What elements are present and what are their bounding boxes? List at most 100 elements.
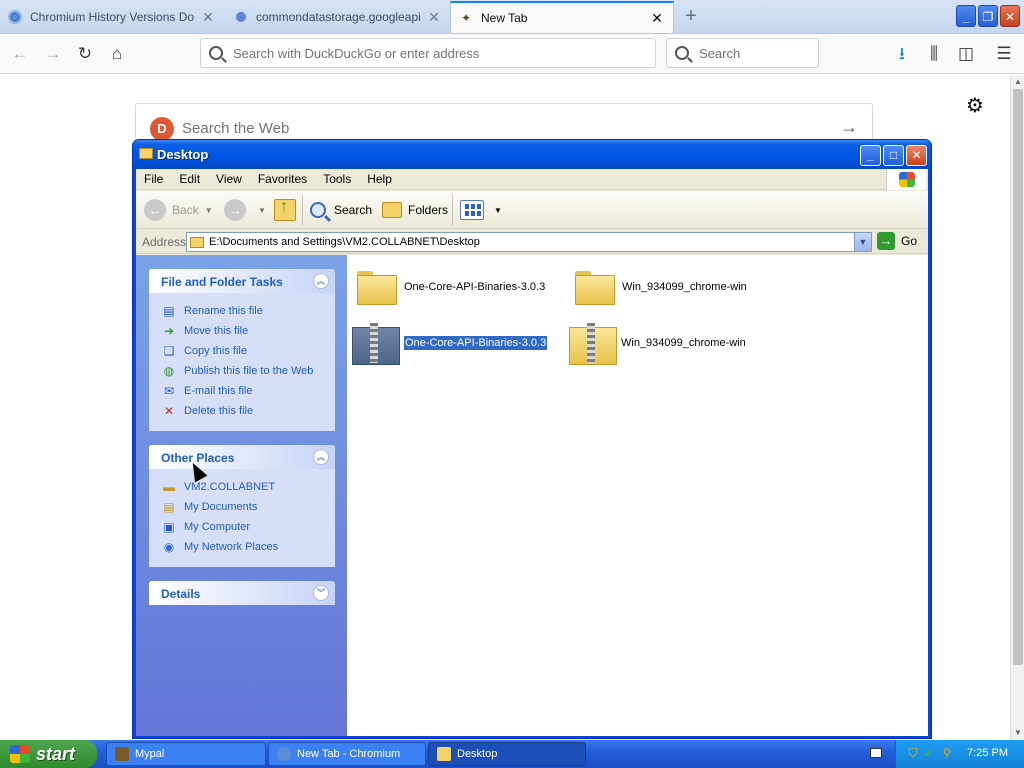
close-window-icon[interactable]: ✕ — [1000, 5, 1020, 27]
start-button[interactable]: start — [0, 740, 97, 768]
arrow-right-icon[interactable]: → — [840, 117, 858, 138]
tab-new-tab[interactable]: ✦ New Tab ✕ — [450, 1, 674, 33]
tab-chromium-history[interactable]: Chromium History Versions Downl ✕ — [0, 1, 224, 33]
browser-window-controls: _ ❐ ✕ — [956, 5, 1020, 27]
windows-logo-icon — [10, 745, 30, 763]
folder-icon — [190, 236, 204, 248]
download-icon[interactable]: ⭳ — [890, 42, 914, 66]
taskbar-button-mypal[interactable]: Mypal — [106, 742, 266, 766]
menu-icon[interactable]: ☰ — [992, 42, 1016, 66]
address-label: Address — [142, 235, 187, 249]
forward-arrow-icon[interactable]: → — [41, 42, 65, 66]
maximize-icon[interactable]: □ — [883, 145, 904, 166]
scroll-down-icon[interactable]: ▼ — [1011, 726, 1024, 740]
task-copy[interactable]: ❏ Copy this file — [161, 341, 335, 361]
taskbar-label: Desktop — [457, 748, 498, 760]
taskbar-button-desktop[interactable]: Desktop — [428, 742, 586, 766]
scroll-thumb[interactable] — [1013, 89, 1023, 665]
tab-title: New Tab — [481, 11, 528, 25]
sidebar-icon[interactable]: ◫ — [954, 42, 978, 66]
task-label: Move this file — [184, 325, 249, 337]
place-my-documents[interactable]: ▤ My Documents — [161, 497, 335, 517]
place-vm2-collabnet[interactable]: ▬ VM2.COLLABNET — [161, 477, 335, 497]
scroll-up-icon[interactable]: ▲ — [1011, 75, 1024, 89]
computer-icon: ▣ — [163, 520, 175, 534]
search-bar[interactable]: Search — [666, 38, 819, 68]
other-places-header[interactable]: Other Places ︽ — [149, 445, 335, 469]
details-title: Details — [161, 587, 201, 601]
close-icon[interactable]: ✕ — [200, 9, 216, 26]
collapse-icon[interactable]: ︽ — [313, 449, 329, 465]
search-icon — [675, 46, 689, 60]
task-label: E-mail this file — [184, 385, 253, 397]
file-tasks-header[interactable]: File and Folder Tasks ︽ — [149, 269, 335, 293]
menu-help[interactable]: Help — [359, 172, 400, 186]
folder-item[interactable]: Win_934099_chrome-win — [575, 265, 747, 309]
address-field[interactable]: E:\Documents and Settings\VM2.COLLABNET\… — [186, 232, 872, 252]
task-move[interactable]: ➜ Move this file — [161, 321, 335, 341]
place-my-computer[interactable]: ▣ My Computer — [161, 517, 335, 537]
close-icon[interactable]: ✕ — [649, 10, 665, 27]
menu-view[interactable]: View — [208, 172, 250, 186]
web-search-placeholder: Search the Web — [182, 120, 290, 137]
other-places-panel: Other Places ︽ ▬ VM2.COLLABNET ▤ My Docume… — [149, 445, 335, 567]
back-arrow-icon[interactable]: ← — [8, 42, 32, 66]
folders-icon — [382, 202, 402, 218]
gear-icon[interactable]: ⚙ — [966, 93, 984, 118]
explorer-titlebar[interactable]: Desktop _ □ ✕ — [133, 140, 931, 169]
taskbar-button-chromium[interactable]: New Tab - Chromium — [268, 742, 426, 766]
forward-button[interactable]: → ▼ — [224, 197, 266, 223]
up-folder-button[interactable] — [274, 197, 296, 223]
library-icon[interactable]: ⫼ — [922, 42, 946, 66]
keyboard-icon[interactable] — [870, 748, 882, 758]
close-icon[interactable]: ✕ — [906, 145, 927, 166]
minimize-icon[interactable]: _ — [956, 5, 976, 27]
folder-item[interactable]: One-Core-API-Binaries-3.0.3 — [357, 265, 545, 309]
minimize-icon[interactable]: _ — [860, 145, 881, 166]
zip-file-item[interactable]: One-Core-API-Binaries-3.0.3 — [352, 321, 549, 365]
home-icon[interactable]: ⌂ — [105, 42, 129, 66]
menu-file[interactable]: File — [136, 172, 171, 186]
chevron-down-icon[interactable]: ▼ — [854, 233, 871, 251]
page-scrollbar[interactable]: ▲ ▼ — [1010, 75, 1024, 740]
back-arrow-icon: ← — [144, 199, 166, 221]
reload-icon[interactable]: ↻ — [73, 42, 97, 66]
toolbar-separator — [452, 195, 453, 225]
taskbar: start Mypal New Tab - Chromium Desktop ⛉… — [0, 740, 1024, 768]
go-label: Go — [901, 234, 918, 248]
task-publish[interactable]: ◍ Publish this file to the Web — [161, 361, 335, 381]
task-email[interactable]: ✉ E-mail this file — [161, 381, 335, 401]
folders-button[interactable]: Folders — [382, 197, 448, 223]
restore-icon[interactable]: ❐ — [978, 5, 998, 27]
menu-favorites[interactable]: Favorites — [250, 172, 315, 186]
search-icon[interactable]: ⚲ — [940, 746, 954, 760]
back-button[interactable]: ← Back ▼ — [144, 197, 213, 223]
network-icon[interactable]: ✔ — [922, 746, 936, 760]
task-label: Copy this file — [184, 345, 247, 357]
new-tab-plus-icon[interactable]: + — [680, 4, 702, 28]
task-pane: File and Folder Tasks ︽ ▤ Rename this fil… — [136, 255, 347, 736]
tab-commondatastorage[interactable]: commondatastorage.googleapis. ✕ — [226, 1, 450, 33]
folder-icon — [139, 148, 153, 159]
menu-tools[interactable]: Tools — [315, 172, 359, 186]
search-label: Search — [334, 203, 373, 217]
views-button[interactable]: ▼ — [460, 197, 502, 223]
address-value: E:\Documents and Settings\VM2.COLLABNET\… — [209, 236, 480, 248]
explorer-window-controls: _ □ ✕ — [860, 145, 927, 166]
task-rename[interactable]: ▤ Rename this file — [161, 301, 335, 321]
menu-bar: File Edit View Favorites Tools Help — [136, 169, 928, 190]
task-delete[interactable]: ✕ Delete this file — [161, 401, 335, 421]
place-my-network[interactable]: ◉ My Network Places — [161, 537, 335, 557]
shield-icon[interactable]: ⛉ — [906, 746, 920, 760]
url-bar[interactable]: Search with DuckDuckGo or enter address — [200, 38, 656, 68]
windows-logo-icon — [886, 169, 926, 190]
go-button[interactable]: → Go — [877, 232, 917, 250]
collapse-icon[interactable]: ︽ — [313, 273, 329, 289]
menu-edit[interactable]: Edit — [171, 172, 208, 186]
details-header[interactable]: Details ︾ — [149, 581, 335, 605]
folder-icon: ▬ — [163, 480, 175, 494]
search-button[interactable]: Search — [310, 197, 372, 223]
close-icon[interactable]: ✕ — [426, 9, 442, 26]
expand-icon[interactable]: ︾ — [313, 585, 329, 601]
zip-file-item[interactable]: Win_934099_chrome-win — [569, 321, 746, 365]
